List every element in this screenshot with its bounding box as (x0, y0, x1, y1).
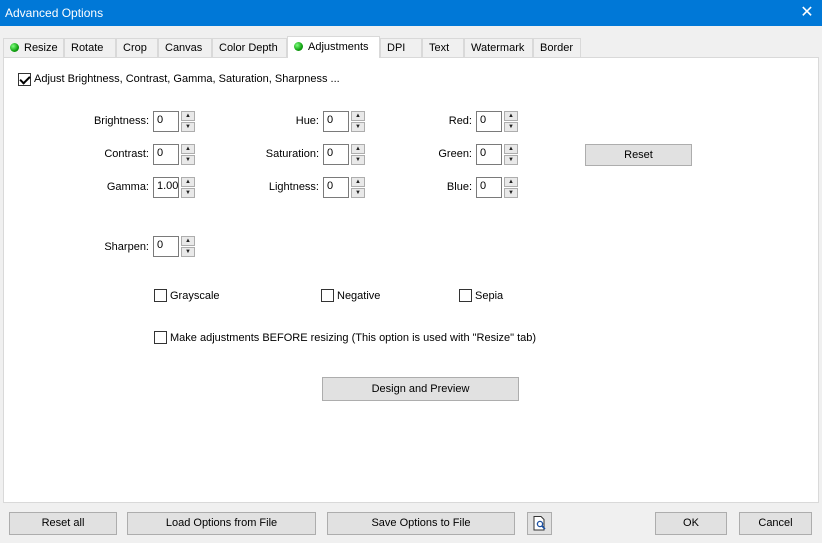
brightness-input[interactable]: 0 (153, 111, 179, 132)
spin-down-icon[interactable]: ▼ (181, 188, 195, 198)
contrast-spinner[interactable]: ▲ ▼ (181, 144, 195, 165)
adjust-enable-label: Adjust Brightness, Contrast, Gamma, Satu… (34, 73, 340, 85)
green-dot-icon (10, 43, 19, 52)
hue-input[interactable]: 0 (323, 111, 349, 132)
red-label: Red: (448, 115, 472, 127)
spin-down-icon[interactable]: ▼ (181, 155, 195, 165)
cancel-button[interactable]: Cancel (739, 512, 812, 535)
negative-checkbox[interactable] (321, 289, 334, 302)
lightness-spinner[interactable]: ▲ ▼ (351, 177, 365, 198)
spin-up-icon[interactable]: ▲ (504, 111, 518, 121)
spin-down-icon[interactable]: ▼ (351, 188, 365, 198)
tab-adjustments[interactable]: Adjustments (287, 36, 380, 58)
green-dot-icon (294, 42, 303, 51)
tab-text[interactable]: Text (422, 38, 464, 58)
saturation-label: Saturation: (265, 148, 319, 160)
spin-down-icon[interactable]: ▼ (181, 122, 195, 132)
adjustments-panel: Adjust Brightness, Contrast, Gamma, Satu… (3, 57, 819, 503)
title-bar: Advanced Options ✕ (0, 0, 822, 26)
brightness-label: Brightness: (93, 115, 149, 127)
red-spinner[interactable]: ▲ ▼ (504, 111, 518, 132)
hue-label: Hue: (295, 115, 319, 127)
negative-label: Negative (337, 290, 381, 302)
close-icon[interactable]: ✕ (792, 0, 822, 26)
saturation-spinner[interactable]: ▲ ▼ (351, 144, 365, 165)
hue-spinner[interactable]: ▲ ▼ (351, 111, 365, 132)
spin-up-icon[interactable]: ▲ (504, 144, 518, 154)
spin-down-icon[interactable]: ▼ (351, 122, 365, 132)
tab-dpi[interactable]: DPI (380, 38, 422, 58)
lightness-input[interactable]: 0 (323, 177, 349, 198)
sepia-label: Sepia (475, 290, 504, 302)
preview-file-button[interactable] (527, 512, 552, 535)
sepia-checkbox[interactable] (459, 289, 472, 302)
gamma-input[interactable]: 1.00 (153, 177, 179, 198)
tab-watermark[interactable]: Watermark (464, 38, 533, 58)
gamma-spinner[interactable]: ▲ ▼ (181, 177, 195, 198)
blue-spinner[interactable]: ▲ ▼ (504, 177, 518, 198)
reset-all-button[interactable]: Reset all (9, 512, 117, 535)
ok-button[interactable]: OK (655, 512, 727, 535)
spin-up-icon[interactable]: ▲ (351, 144, 365, 154)
tab-crop[interactable]: Crop (116, 38, 158, 58)
red-input[interactable]: 0 (476, 111, 502, 132)
contrast-label: Contrast: (104, 148, 149, 160)
sharpen-label: Sharpen: (104, 241, 149, 253)
tab-canvas[interactable]: Canvas (158, 38, 212, 58)
before-resize-label: Make adjustments BEFORE resizing (This o… (170, 332, 537, 344)
tab-rotate[interactable]: Rotate (64, 38, 116, 58)
spin-down-icon[interactable]: ▼ (504, 155, 518, 165)
green-label: Green: (438, 148, 472, 160)
adjust-enable-checkbox[interactable] (18, 73, 31, 86)
spin-up-icon[interactable]: ▲ (351, 177, 365, 187)
reset-button[interactable]: Reset (585, 144, 692, 166)
contrast-input[interactable]: 0 (153, 144, 179, 165)
blue-label: Blue: (446, 181, 472, 193)
window-title: Advanced Options (5, 6, 104, 20)
gamma-label: Gamma: (106, 181, 149, 193)
load-options-button[interactable]: Load Options from File (127, 512, 316, 535)
tab-resize[interactable]: Resize (3, 38, 64, 58)
grayscale-label: Grayscale (170, 290, 220, 302)
design-preview-button[interactable]: Design and Preview (322, 377, 519, 401)
spin-up-icon[interactable]: ▲ (181, 177, 195, 187)
document-magnifier-icon (533, 516, 546, 531)
spin-up-icon[interactable]: ▲ (181, 236, 195, 246)
spin-down-icon[interactable]: ▼ (181, 247, 195, 257)
before-resize-checkbox[interactable] (154, 331, 167, 344)
spin-up-icon[interactable]: ▲ (504, 177, 518, 187)
brightness-spinner[interactable]: ▲ ▼ (181, 111, 195, 132)
spin-down-icon[interactable]: ▼ (351, 155, 365, 165)
save-options-button[interactable]: Save Options to File (327, 512, 515, 535)
saturation-input[interactable]: 0 (323, 144, 349, 165)
blue-input[interactable]: 0 (476, 177, 502, 198)
green-input[interactable]: 0 (476, 144, 502, 165)
tab-color-depth[interactable]: Color Depth (212, 38, 287, 58)
grayscale-checkbox[interactable] (154, 289, 167, 302)
spin-up-icon[interactable]: ▲ (181, 144, 195, 154)
spin-down-icon[interactable]: ▼ (504, 188, 518, 198)
sharpen-spinner[interactable]: ▲ ▼ (181, 236, 195, 257)
lightness-label: Lightness: (268, 181, 319, 193)
spin-down-icon[interactable]: ▼ (504, 122, 518, 132)
tab-border[interactable]: Border (533, 38, 581, 58)
sharpen-input[interactable]: 0 (153, 236, 179, 257)
green-spinner[interactable]: ▲ ▼ (504, 144, 518, 165)
spin-up-icon[interactable]: ▲ (351, 111, 365, 121)
spin-up-icon[interactable]: ▲ (181, 111, 195, 121)
